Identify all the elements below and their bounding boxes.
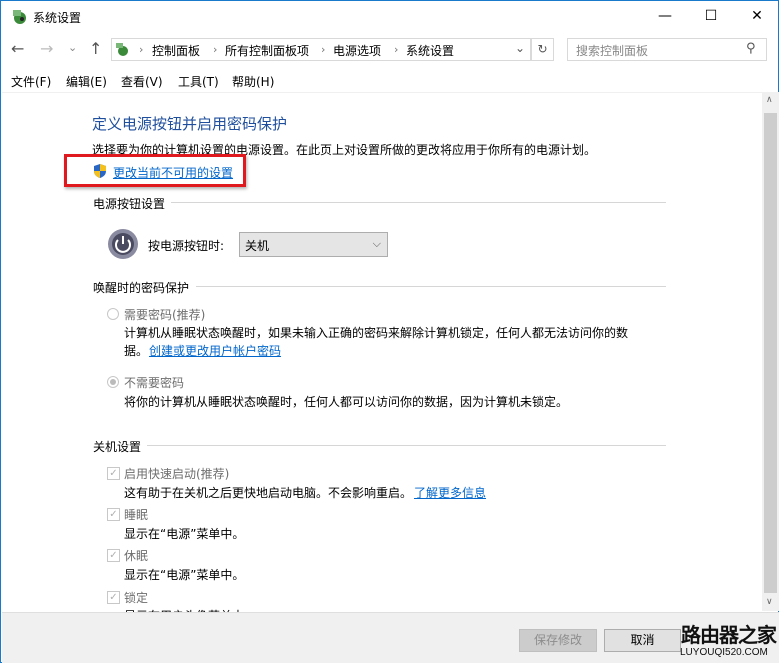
up-button[interactable]: ↑ <box>89 39 102 58</box>
window: 系统设置 — ☐ ✕ ← → ⌄ ↑ › 控制面板 › 所有控制面板项 › 电源… <box>0 0 779 663</box>
menu-view[interactable]: 查看(V) <box>121 73 163 90</box>
recent-locations-button[interactable]: ⌄ <box>68 41 77 54</box>
lock-label: 锁定 <box>124 591 149 605</box>
divider <box>171 202 666 203</box>
sleep-desc: 显示在“电源”菜单中。 <box>124 527 245 541</box>
breadcrumb-power-options[interactable]: 电源选项 <box>333 42 381 59</box>
fast-startup-checkbox[interactable]: ✓ <box>107 467 120 480</box>
minimize-button[interactable]: — <box>642 1 688 31</box>
menu-help[interactable]: 帮助(H) <box>232 73 274 90</box>
watermark-title: 路由器之家 <box>681 623 777 647</box>
power-icon <box>107 228 139 263</box>
no-password-radio[interactable] <box>107 376 119 388</box>
scroll-down-icon[interactable]: ∨ <box>766 597 773 607</box>
learn-more-link[interactable]: 了解更多信息 <box>414 484 486 501</box>
close-button[interactable]: ✕ <box>734 1 779 31</box>
control-panel-icon <box>10 7 28 25</box>
maximize-button[interactable]: ☐ <box>688 1 734 31</box>
divider <box>2 92 779 93</box>
hibernate-desc: 显示在“电源”菜单中。 <box>124 568 245 582</box>
require-password-desc: 计算机从睡眠状态唤醒时，如果未输入正确的密码来解除计算机锁定，任何人都无法访问你… <box>124 326 629 340</box>
fast-startup-label: 启用快速启动(推荐) <box>124 467 230 481</box>
watermark-url: LUYOUQI520.COM <box>680 647 768 658</box>
search-icon: ⚲ <box>746 41 756 56</box>
search-input[interactable]: 搜索控制面板 <box>567 38 767 61</box>
lock-checkbox[interactable]: ✓ <box>107 591 120 604</box>
section-wake-password: 唤醒时的密码保护 <box>93 281 190 295</box>
require-password-radio[interactable] <box>107 308 119 320</box>
scroll-up-icon[interactable]: ∧ <box>766 95 773 105</box>
create-change-password-link[interactable]: 创建或更改用户帐户密码 <box>149 342 281 359</box>
sleep-checkbox[interactable]: ✓ <box>107 508 120 521</box>
uac-shield-icon <box>93 163 107 182</box>
address-dropdown-button[interactable]: ⌄ <box>515 41 525 55</box>
menu-file[interactable]: 文件(F) <box>11 73 51 90</box>
cancel-button[interactable]: 取消 <box>604 629 681 652</box>
no-password-desc: 将你的计算机从睡眠状态唤醒时，任何人都可以访问你的数据，因为计算机未锁定。 <box>124 395 569 409</box>
section-power-button: 电源按钮设置 <box>93 197 166 211</box>
forward-button[interactable]: → <box>40 39 53 58</box>
require-password-label: 需要密码(推荐) <box>124 308 206 322</box>
back-button[interactable]: ← <box>11 39 24 58</box>
control-panel-icon <box>114 41 130 60</box>
hibernate-label: 休眠 <box>124 549 149 563</box>
menu-edit[interactable]: 编辑(E) <box>66 73 107 90</box>
divider <box>147 445 666 446</box>
breadcrumb-separator: › <box>213 43 218 56</box>
section-shutdown: 关机设置 <box>93 440 142 454</box>
sleep-label: 睡眠 <box>124 508 149 522</box>
hibernate-checkbox[interactable]: ✓ <box>107 549 120 562</box>
window-title: 系统设置 <box>33 11 82 25</box>
chevron-down-icon: ⌵ <box>372 237 381 250</box>
power-action-select[interactable]: 关机 ⌵ <box>239 232 388 257</box>
breadcrumb-separator: › <box>321 43 326 56</box>
save-changes-button[interactable]: 保存修改 <box>519 629 597 652</box>
change-unavailable-settings-link[interactable]: 更改当前不可用的设置 <box>113 164 233 181</box>
refresh-button[interactable]: ↻ <box>531 38 554 61</box>
power-button-label: 按电源按钮时: <box>148 239 225 253</box>
menu-tools[interactable]: 工具(T) <box>178 73 219 90</box>
breadcrumb-separator: › <box>394 43 399 56</box>
fast-startup-desc: 这有助于在关机之后更快地启动电脑。不会影响重启。 <box>124 486 413 500</box>
breadcrumb-all-items[interactable]: 所有控制面板项 <box>225 42 309 59</box>
breadcrumb-system-settings[interactable]: 系统设置 <box>406 42 454 59</box>
power-action-value: 关机 <box>245 239 270 253</box>
divider <box>196 286 666 287</box>
breadcrumb-control-panel[interactable]: 控制面板 <box>152 42 200 59</box>
scrollbar-thumb[interactable] <box>764 113 777 593</box>
page-title: 定义电源按钮并启用密码保护 <box>92 115 288 133</box>
no-password-label: 不需要密码 <box>124 376 185 390</box>
require-password-desc-2: 据。 <box>124 344 149 358</box>
breadcrumb-separator: › <box>139 43 144 56</box>
